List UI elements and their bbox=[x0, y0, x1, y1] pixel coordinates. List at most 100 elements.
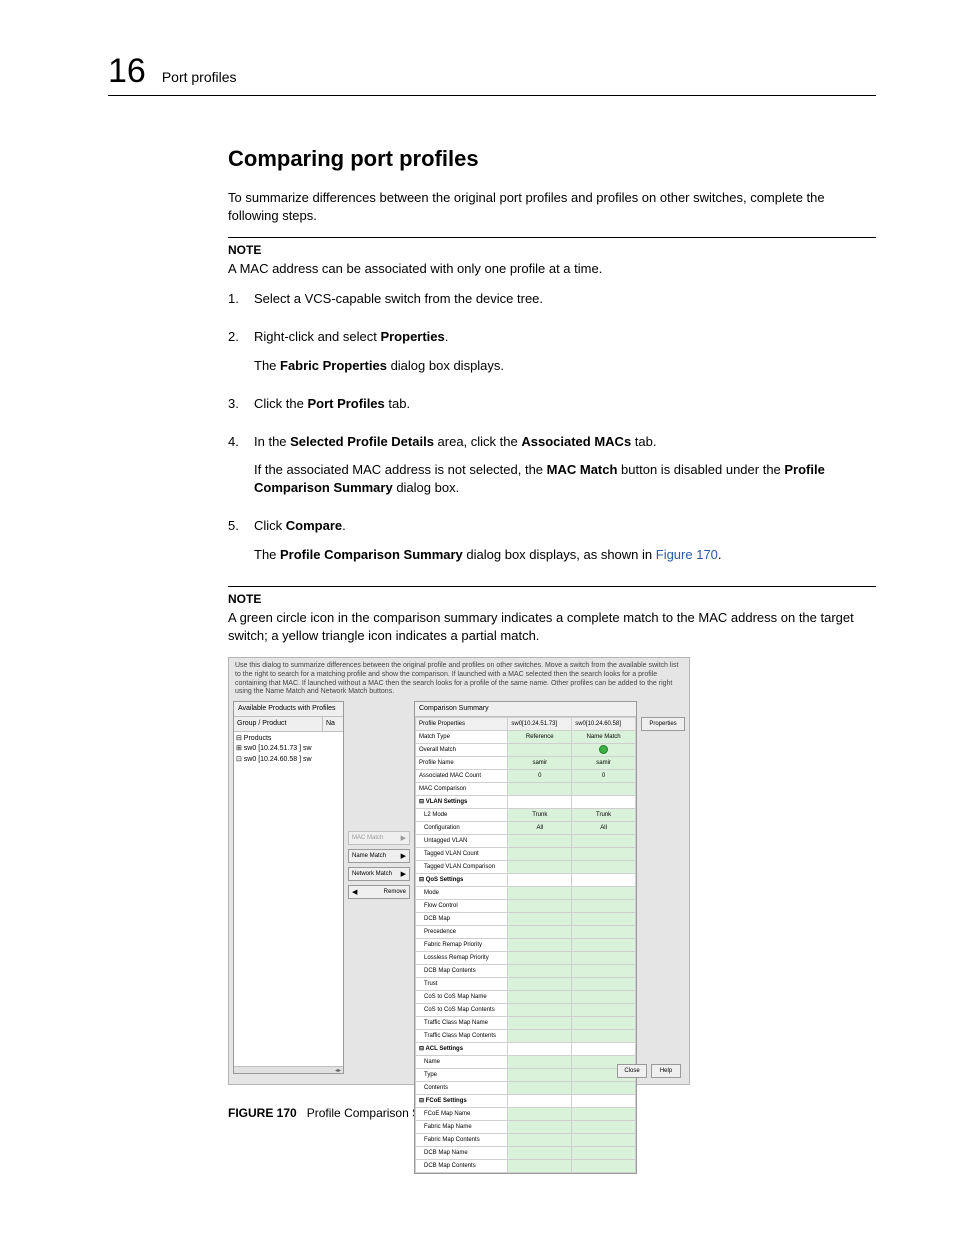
step-number: 3. bbox=[228, 395, 254, 423]
row-value-ref bbox=[508, 1107, 572, 1120]
row-value-ref bbox=[508, 1042, 572, 1055]
row-label: DCB Map Name bbox=[416, 1146, 508, 1159]
row-label: Fabric Map Contents bbox=[416, 1133, 508, 1146]
column-header[interactable]: sw0[10.24.51.73] bbox=[508, 717, 572, 730]
row-value-ref bbox=[508, 1016, 572, 1029]
row-value-ref: samir bbox=[508, 756, 572, 769]
step-text: Click Compare. bbox=[254, 517, 876, 535]
row-value-target bbox=[572, 782, 636, 795]
row-value-ref bbox=[508, 1029, 572, 1042]
step-text: In the Selected Profile Details area, cl… bbox=[254, 433, 876, 451]
row-label: Name bbox=[416, 1055, 508, 1068]
step-number: 5. bbox=[228, 517, 254, 573]
row-value-target bbox=[572, 834, 636, 847]
step-number: 1. bbox=[228, 290, 254, 318]
column-header[interactable]: Profile Properties bbox=[416, 717, 508, 730]
row-value-target bbox=[572, 873, 636, 886]
note-text: A MAC address can be associated with onl… bbox=[228, 260, 876, 278]
row-value-ref bbox=[508, 1003, 572, 1016]
row-label: Precedence bbox=[416, 925, 508, 938]
row-value-ref bbox=[508, 899, 572, 912]
row-value-ref bbox=[508, 1133, 572, 1146]
row-label: CoS to CoS Map Name bbox=[416, 990, 508, 1003]
step-list: 1.Select a VCS-capable switch from the d… bbox=[228, 290, 876, 574]
row-label: MAC Comparison bbox=[416, 782, 508, 795]
name-match-button[interactable]: Name Match▶ bbox=[348, 849, 410, 863]
row-value-target bbox=[572, 1107, 636, 1120]
row-label: CoS to CoS Map Contents bbox=[416, 1003, 508, 1016]
row-value-target bbox=[572, 1003, 636, 1016]
row-label: Match Type bbox=[416, 730, 508, 743]
row-value-ref: All bbox=[508, 821, 572, 834]
tree-col-header[interactable]: Group / Product bbox=[234, 717, 323, 731]
row-value-target bbox=[572, 951, 636, 964]
note-label: NOTE bbox=[228, 591, 876, 608]
step-result: The Profile Comparison Summary dialog bo… bbox=[254, 546, 876, 564]
chapter-number: 16 bbox=[108, 52, 146, 91]
arrow-right-icon: ▶ bbox=[401, 870, 406, 878]
dialog-description: Use this dialog to summarize differences… bbox=[229, 658, 689, 701]
row-value-target bbox=[572, 1120, 636, 1133]
row-value-ref bbox=[508, 990, 572, 1003]
row-value-ref bbox=[508, 1159, 572, 1172]
row-value-target bbox=[572, 1146, 636, 1159]
row-value-ref bbox=[508, 743, 572, 756]
row-value-target bbox=[572, 899, 636, 912]
page: 16 Port profiles Comparing port profiles… bbox=[0, 0, 954, 1235]
arrow-left-icon: ◀ bbox=[352, 888, 357, 896]
tree-body[interactable]: ⊟ Products ⊞ sw0 [10.24.51.73 ] sw ⊡ sw0… bbox=[234, 732, 343, 1066]
tree-row[interactable]: ⊞ sw0 [10.24.51.73 ] sw bbox=[236, 744, 341, 755]
row-value-ref bbox=[508, 795, 572, 808]
row-value-target bbox=[572, 1081, 636, 1094]
note-label: NOTE bbox=[228, 242, 876, 259]
row-label: Traffic Class Map Contents bbox=[416, 1029, 508, 1042]
step-result: The Fabric Properties dialog box display… bbox=[254, 357, 876, 375]
row-value-ref bbox=[508, 1055, 572, 1068]
row-value-ref bbox=[508, 1094, 572, 1107]
row-value-ref bbox=[508, 834, 572, 847]
tree-col-header[interactable]: Na bbox=[323, 717, 343, 731]
row-value-ref bbox=[508, 1146, 572, 1159]
step-number: 4. bbox=[228, 433, 254, 508]
body-content: Comparing port profiles To summarize dif… bbox=[228, 144, 876, 1122]
row-value-target bbox=[572, 1094, 636, 1107]
row-value-ref bbox=[508, 938, 572, 951]
row-value-target: All bbox=[572, 821, 636, 834]
properties-button[interactable]: Properties bbox=[641, 717, 685, 731]
section-heading: Comparing port profiles bbox=[228, 144, 876, 175]
row-label: Trust bbox=[416, 977, 508, 990]
row-value-target: Name Match bbox=[572, 730, 636, 743]
row-value-ref bbox=[508, 1120, 572, 1133]
match-ok-icon bbox=[599, 745, 608, 754]
row-value-target: 0 bbox=[572, 769, 636, 782]
row-value-ref bbox=[508, 964, 572, 977]
row-label: ⊟ VLAN Settings bbox=[416, 795, 508, 808]
note-text: A green circle icon in the comparison su… bbox=[228, 609, 876, 645]
row-label: DCB Map bbox=[416, 912, 508, 925]
close-button[interactable]: Close bbox=[617, 1064, 647, 1078]
dialog-screenshot: Use this dialog to summarize differences… bbox=[228, 657, 690, 1085]
network-match-button[interactable]: Network Match▶ bbox=[348, 867, 410, 881]
row-label: ⊟ ACL Settings bbox=[416, 1042, 508, 1055]
transfer-buttons: MAC Match▶ Name Match▶ Network Match▶ ◀R… bbox=[348, 831, 410, 899]
row-value-ref bbox=[508, 951, 572, 964]
row-label: ⊟ QoS Settings bbox=[416, 873, 508, 886]
tree-row[interactable]: ⊟ Products bbox=[236, 734, 341, 745]
row-value-target bbox=[572, 886, 636, 899]
remove-button[interactable]: ◀Remove bbox=[348, 885, 410, 899]
header-rule bbox=[108, 95, 876, 96]
row-label: Tagged VLAN Comparison bbox=[416, 860, 508, 873]
figure-link[interactable]: Figure 170 bbox=[656, 547, 718, 562]
scrollbar[interactable] bbox=[234, 1066, 343, 1073]
row-value-ref bbox=[508, 782, 572, 795]
row-label: Flow Control bbox=[416, 899, 508, 912]
note-rule bbox=[228, 586, 876, 587]
step-text: Click the Port Profiles tab. bbox=[254, 395, 876, 413]
chapter-title: Port profiles bbox=[162, 69, 237, 85]
help-button[interactable]: Help bbox=[651, 1064, 681, 1078]
note-rule bbox=[228, 237, 876, 238]
tree-row[interactable]: ⊡ sw0 [10.24.60.58 ] sw bbox=[236, 755, 341, 766]
column-header[interactable]: sw0[10.24.60.58] bbox=[572, 717, 636, 730]
row-value-target: Trunk bbox=[572, 808, 636, 821]
step-text: Right-click and select Properties. bbox=[254, 328, 876, 346]
